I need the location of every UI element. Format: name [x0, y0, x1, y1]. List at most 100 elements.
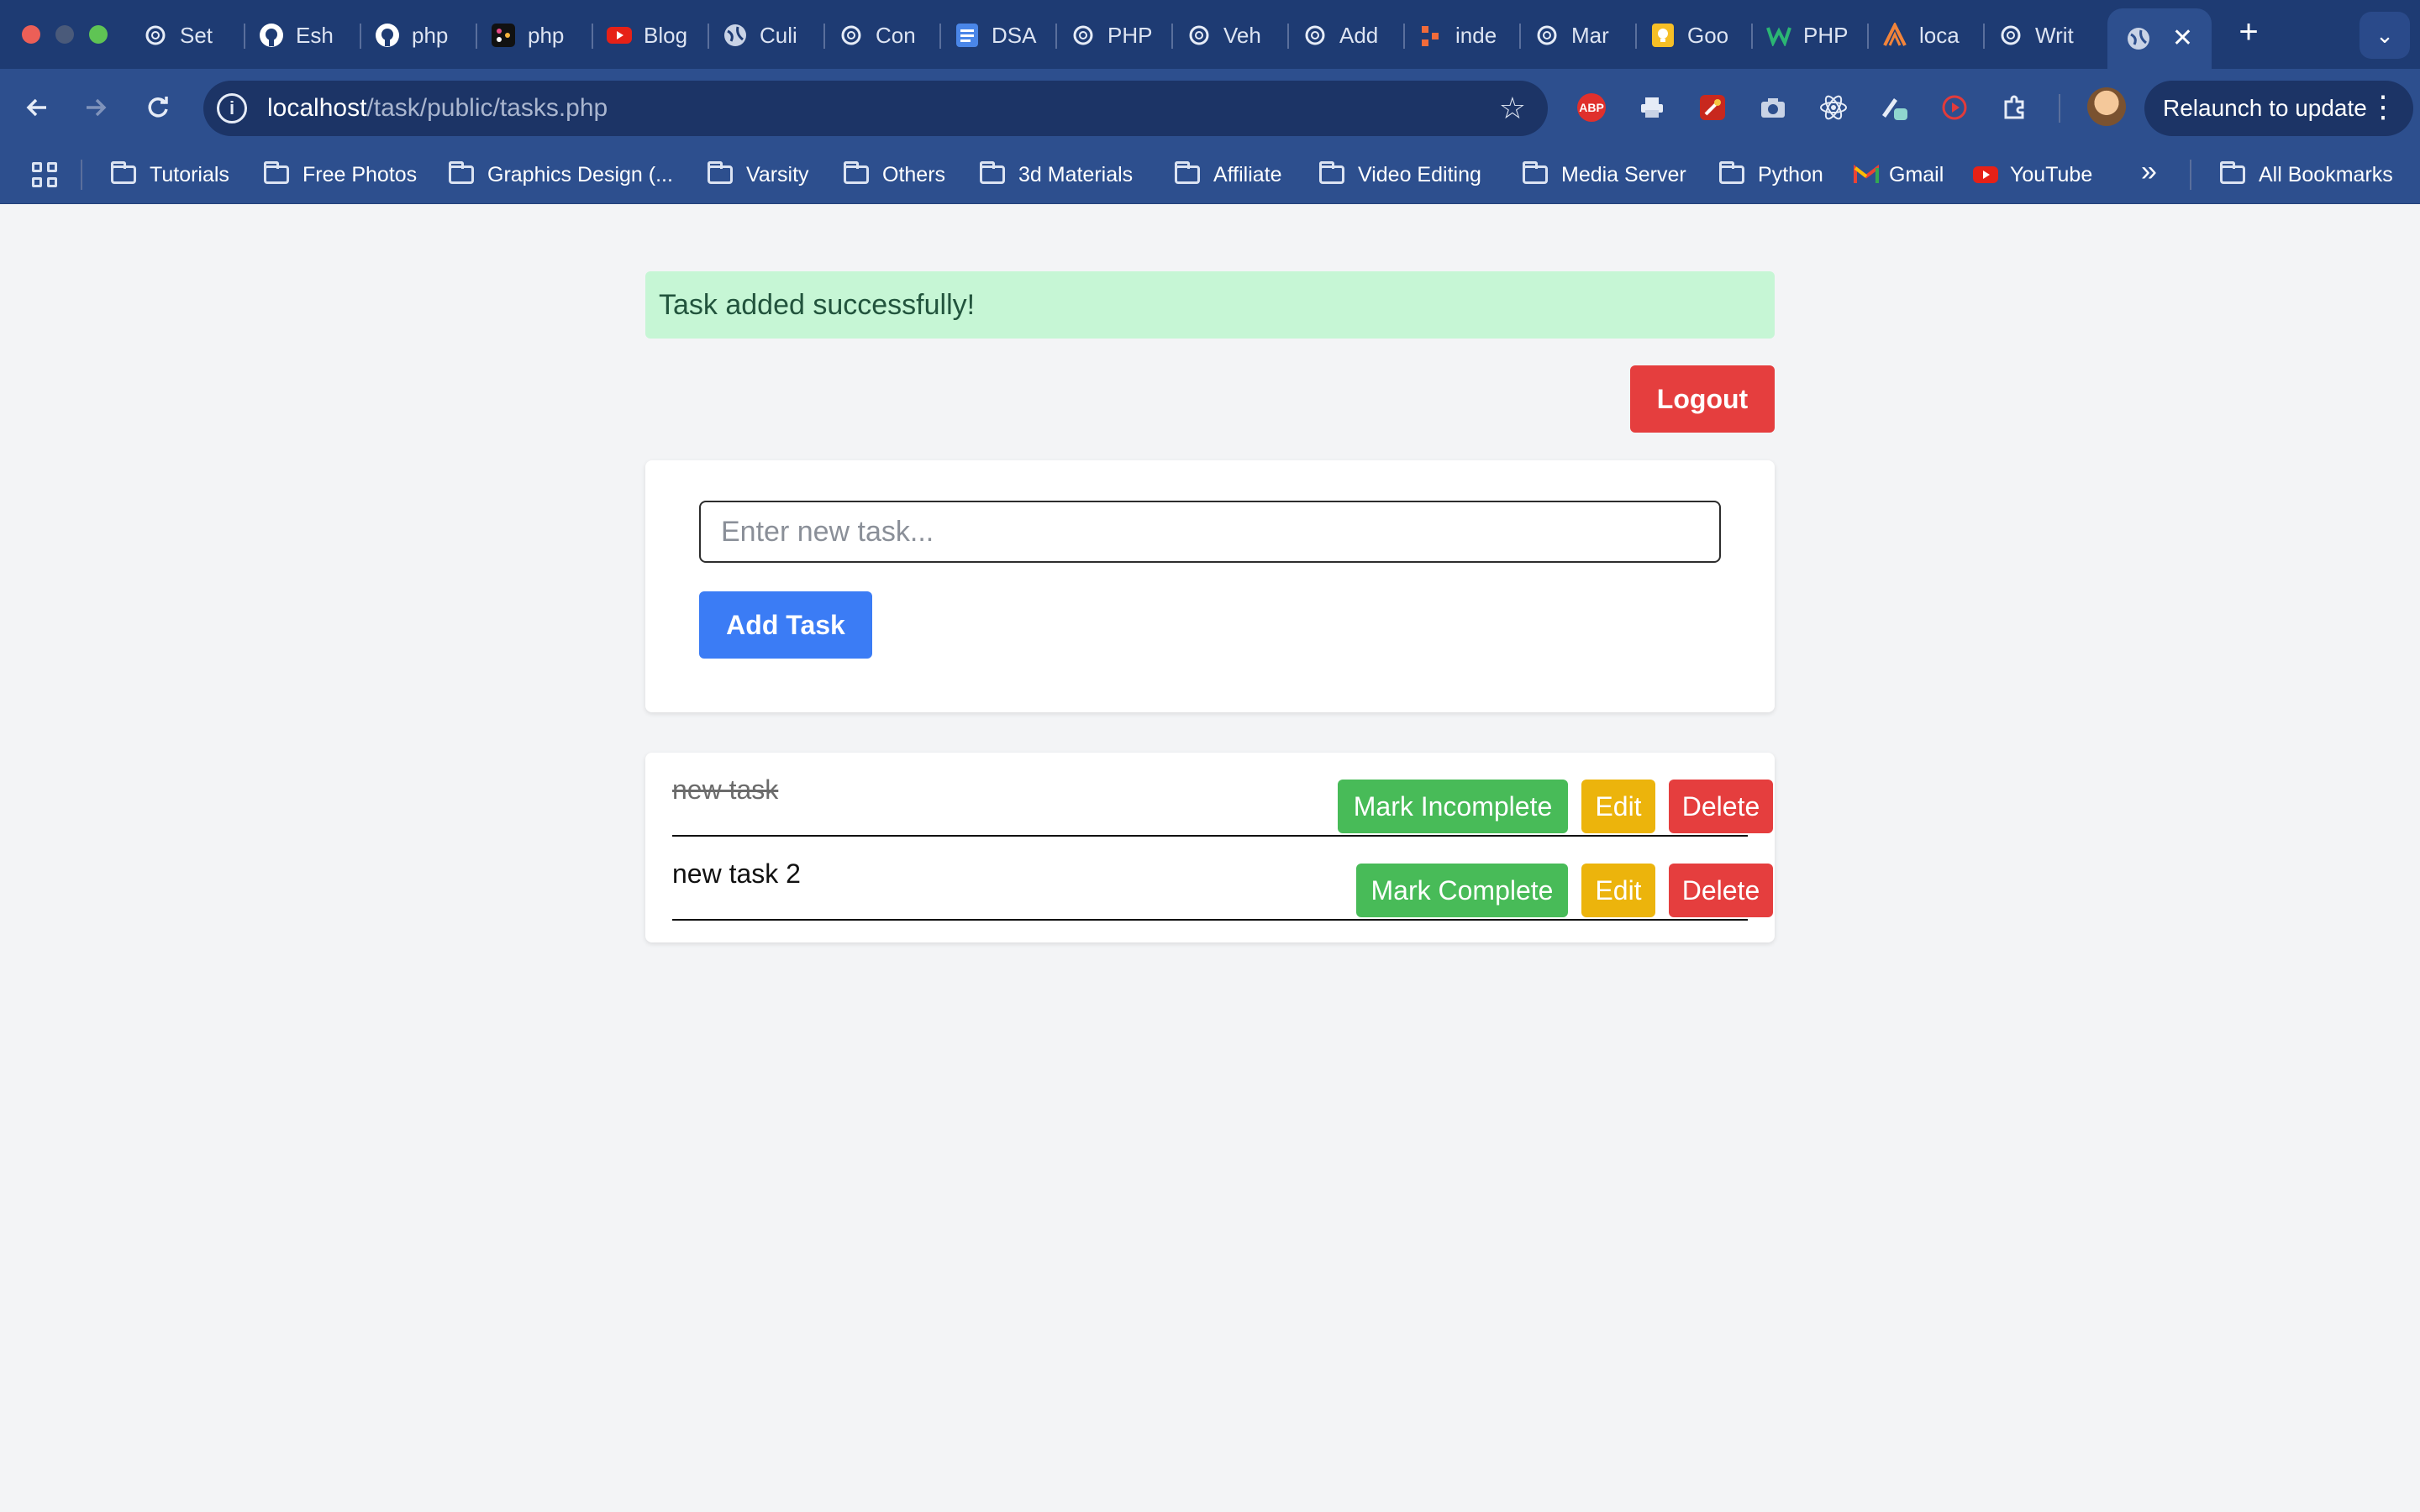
- delete-button[interactable]: Delete: [1669, 864, 1773, 917]
- bookmark-folder[interactable]: Tutorials: [111, 160, 229, 190]
- tab-separator: [823, 24, 825, 49]
- openai-icon: [1534, 23, 1560, 48]
- tab-title: Veh: [1223, 22, 1261, 48]
- bookmark-folder[interactable]: Graphics Design (...: [449, 160, 673, 190]
- bookmark-label: All Bookmarks: [2259, 162, 2393, 186]
- bookmark-folder[interactable]: Python: [1719, 160, 1823, 190]
- new-tab-button[interactable]: +: [2232, 13, 2265, 51]
- apps-grid-icon[interactable]: [32, 162, 57, 187]
- bookmarks-separator: [2190, 160, 2191, 190]
- browser-tab[interactable]: Add: [1294, 13, 1412, 57]
- url-text[interactable]: localhost/task/public/tasks.php: [267, 94, 608, 123]
- browser-tab[interactable]: loca: [1874, 13, 1991, 57]
- bookmark-folder[interactable]: Free Photos: [264, 160, 417, 190]
- tab-title: PHP: [1107, 22, 1153, 48]
- toolbar-separator: [2059, 94, 2060, 123]
- close-window-button[interactable]: [22, 25, 40, 44]
- edit-button[interactable]: Edit: [1581, 780, 1655, 833]
- site-info-icon[interactable]: i: [217, 93, 247, 123]
- recorder-extension[interactable]: [1936, 89, 1973, 126]
- address-bar[interactable]: i localhost/task/public/tasks.php ☆: [203, 81, 1548, 136]
- browser-tab[interactable]: Mar: [1526, 13, 1644, 57]
- bookmark-gmail[interactable]: Gmail: [1854, 160, 1944, 190]
- profile-avatar[interactable]: [2087, 87, 2126, 126]
- bookmark-label: Gmail: [1889, 162, 1944, 186]
- browser-tab[interactable]: Con: [830, 13, 948, 57]
- browser-tab[interactable]: php: [366, 13, 484, 57]
- browser-tab[interactable]: DSA: [946, 13, 1064, 57]
- tab-title: Writ: [2035, 22, 2074, 48]
- reload-button[interactable]: [141, 91, 175, 124]
- more-bookmarks-button[interactable]: »: [2141, 155, 2157, 187]
- screenshot-extension[interactable]: [1754, 89, 1791, 126]
- docs-icon: [955, 23, 980, 48]
- browser-tab[interactable]: Goo: [1642, 13, 1760, 57]
- bookmark-label: Video Editing: [1358, 162, 1481, 186]
- adblock-extension[interactable]: ABP: [1573, 89, 1610, 126]
- pen-icon: [1882, 98, 1907, 120]
- forward-button[interactable]: [79, 91, 113, 124]
- github-icon: [259, 23, 284, 48]
- pen-extension[interactable]: [1876, 89, 1912, 126]
- folder-icon: [264, 161, 289, 184]
- tab-separator: [1635, 24, 1637, 49]
- tab-title: Blog: [644, 22, 688, 48]
- back-button[interactable]: [20, 91, 54, 124]
- bookmark-folder[interactable]: Video Editing: [1319, 160, 1481, 190]
- delete-button[interactable]: Delete: [1669, 780, 1773, 833]
- close-tab-icon[interactable]: ✕: [2172, 24, 2193, 53]
- edit-button[interactable]: Edit: [1581, 864, 1655, 917]
- tab-separator: [244, 24, 245, 49]
- bookmark-folder[interactable]: Varsity: [708, 160, 809, 190]
- bookmark-youtube[interactable]: YouTube: [1973, 160, 2092, 190]
- tab-separator: [360, 24, 361, 49]
- logout-button[interactable]: Logout: [1630, 365, 1775, 433]
- bookmark-folder[interactable]: Affiliate: [1175, 160, 1282, 190]
- more-options-icon[interactable]: ⋮: [2368, 89, 2398, 124]
- folder-icon: [2220, 161, 2245, 184]
- tab-search-button[interactable]: ⌄: [2360, 12, 2410, 59]
- browser-tab[interactable]: Set: [134, 13, 252, 57]
- browser-tab[interactable]: Writ: [1990, 13, 2107, 57]
- browser-tab[interactable]: Esh: [250, 13, 368, 57]
- bookmark-label: Varsity: [746, 162, 809, 186]
- success-alert: Task added successfully!: [645, 271, 1775, 339]
- add-task-button[interactable]: Add Task: [699, 591, 872, 659]
- task-name: new task: [672, 774, 779, 805]
- browser-tab[interactable]: PHP: [1062, 13, 1180, 57]
- url-path: /task/public/tasks.php: [366, 94, 608, 122]
- folder-icon: [1319, 161, 1344, 184]
- mark-incomplete-button[interactable]: Mark Incomplete: [1338, 780, 1568, 833]
- browser-tab[interactable]: Blog: [598, 13, 716, 57]
- bookmark-label: Affiliate: [1213, 162, 1282, 186]
- bookmark-folder[interactable]: Others: [844, 160, 945, 190]
- folder-icon: [708, 161, 733, 184]
- browser-tab[interactable]: php: [482, 13, 600, 57]
- minimize-window-button[interactable]: [55, 25, 74, 44]
- bookmark-folder[interactable]: 3d Materials: [980, 160, 1133, 190]
- gmail-icon: [1854, 165, 1879, 183]
- task-row: new task 2 Mark Complete Edit Delete: [672, 837, 1773, 921]
- maximize-window-button[interactable]: [89, 25, 108, 44]
- url-host: localhost: [267, 94, 367, 122]
- tab-separator: [476, 24, 477, 49]
- browser-tab[interactable]: Culi: [714, 13, 832, 57]
- diagram-icon: [1418, 23, 1444, 48]
- react-devtools-extension[interactable]: [1815, 89, 1852, 126]
- colorpick-extension[interactable]: [1694, 89, 1731, 126]
- all-bookmarks-button[interactable]: All Bookmarks: [2220, 160, 2393, 190]
- folder-icon: [1523, 161, 1548, 184]
- browser-tab[interactable]: Veh: [1178, 13, 1296, 57]
- active-browser-tab[interactable]: ✕: [2107, 8, 2212, 69]
- extensions-button[interactable]: [1996, 89, 2033, 126]
- bookmark-star-icon[interactable]: ☆: [1499, 91, 1526, 126]
- printer-extension[interactable]: [1634, 89, 1670, 126]
- browser-tab[interactable]: inde: [1410, 13, 1528, 57]
- mark-complete-button[interactable]: Mark Complete: [1356, 864, 1568, 917]
- tab-title: inde: [1455, 22, 1497, 48]
- task-input[interactable]: [699, 501, 1721, 563]
- bookmark-folder[interactable]: Media Server: [1523, 160, 1686, 190]
- relaunch-button[interactable]: Relaunch to update ⋮: [2144, 81, 2413, 136]
- globe-icon: [2126, 26, 2151, 51]
- browser-tab[interactable]: PHP: [1758, 13, 1876, 57]
